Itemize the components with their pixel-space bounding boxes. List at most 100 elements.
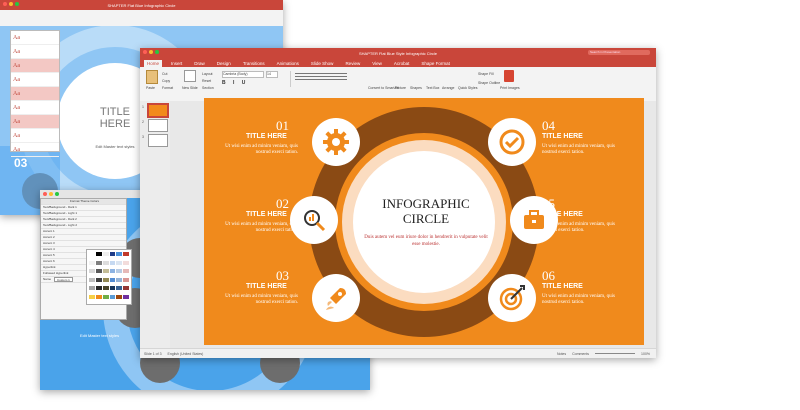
paste-label[interactable]: Paste	[146, 86, 155, 90]
center-title-line2: CIRCLE	[402, 211, 450, 226]
briefcase-icon	[510, 196, 558, 244]
name-label: Name	[43, 277, 52, 281]
item-body: Ut wisi enim ad minim veniam, quis nostr…	[225, 294, 298, 305]
zoom-icon[interactable]	[55, 192, 59, 196]
tab-design[interactable]: Design	[214, 60, 234, 67]
paragraph-group[interactable]	[290, 71, 351, 87]
font-select[interactable]: Cambria (Body)	[222, 71, 264, 78]
section-button[interactable]: Section	[202, 86, 214, 90]
arrange-button[interactable]: Arrange	[442, 86, 454, 90]
item-number: 02	[276, 196, 289, 211]
tab-animations[interactable]: Animations	[274, 60, 302, 67]
item-title: TITLE HERE	[246, 133, 287, 140]
item-body: Ut wisi enim ad minim veniam, quis nostr…	[225, 222, 298, 233]
reset-button[interactable]: Reset	[202, 79, 211, 83]
tab-transitions[interactable]: Transitions	[240, 60, 268, 67]
zoom-icon[interactable]	[155, 50, 159, 54]
item-title: TITLE HERE	[246, 211, 287, 218]
search-input[interactable]: Search in Presentation	[588, 50, 650, 55]
item-number: 06	[542, 268, 555, 283]
cut-button[interactable]: Cut	[162, 72, 167, 76]
format-button[interactable]: Format	[162, 86, 173, 90]
theme-colors-dialog: Format Theme Colors Text/Background - Da…	[40, 198, 132, 320]
item-title: TITLE HERE	[542, 133, 583, 140]
quick-styles-button[interactable]: Quick Styles	[458, 86, 477, 90]
copy-button[interactable]: Copy	[162, 79, 170, 83]
ribbon-toolbar: Paste Cut Copy Format New Slide Layout R…	[140, 67, 656, 102]
center-title-line1: INFOGRAPHIC	[382, 196, 470, 211]
layouts-panel: Aa Aa Aa Aa Aa Aa Aa Aa Aa	[10, 30, 60, 157]
layout-option[interactable]: Aa	[11, 129, 59, 143]
pdf-icon[interactable]	[504, 70, 514, 82]
layout-option[interactable]: Aa	[11, 59, 59, 73]
tab-slide-show[interactable]: Slide Show	[308, 60, 337, 67]
item-number: 01	[276, 118, 289, 133]
item-number: 04	[542, 118, 555, 133]
paste-icon[interactable]	[146, 70, 158, 84]
item-title: TITLE HERE	[246, 283, 287, 290]
minimize-icon[interactable]	[9, 2, 13, 6]
shape-fill-button[interactable]: Shape Fill	[478, 72, 494, 76]
layout-option[interactable]: Aa	[11, 143, 59, 157]
item-body: Ut wisi enim ad minim veniam, quis nostr…	[542, 144, 615, 155]
layout-option[interactable]: Aa	[11, 45, 59, 59]
close-icon[interactable]	[143, 50, 147, 54]
zoom-icon[interactable]	[15, 2, 19, 6]
tab-view[interactable]: View	[369, 60, 385, 67]
layout-option[interactable]: Aa	[11, 73, 59, 87]
notes-button[interactable]: Notes	[557, 352, 566, 356]
font-size-select[interactable]: 14	[266, 71, 278, 78]
tab-acrobat[interactable]: Acrobat	[391, 60, 413, 67]
new-slide-button[interactable]: New Slide	[182, 86, 198, 90]
tab-home[interactable]: Home	[144, 60, 163, 67]
window-title: SHAPTER Flat Blue Style Infographic Circ…	[358, 50, 438, 56]
zoom-slider[interactable]	[595, 353, 636, 354]
thumb-number: 1	[142, 105, 144, 109]
tab-draw[interactable]: Draw	[191, 60, 208, 67]
slide-title: TITLE HERE	[99, 106, 131, 130]
tab-insert[interactable]: Insert	[168, 60, 185, 67]
comments-button[interactable]: Comments	[572, 352, 589, 356]
back-window-top-titlebar: SHAPTER Flat Blue Infographic Circle	[0, 0, 283, 10]
item-title: TITLE HERE	[542, 283, 583, 290]
slide-thumbnail[interactable]	[148, 119, 168, 132]
close-icon[interactable]	[3, 2, 7, 6]
number-label: 03	[14, 156, 28, 170]
slide-thumbnail[interactable]	[147, 103, 169, 118]
search-analysis-icon	[290, 196, 338, 244]
gear-icon	[312, 118, 360, 166]
picture-button[interactable]: Picture	[395, 86, 406, 90]
language-status[interactable]: English (United States)	[168, 352, 204, 356]
print-images-button[interactable]: Print Images	[500, 86, 520, 90]
close-icon[interactable]	[43, 192, 47, 196]
layout-option[interactable]: Aa	[11, 31, 59, 45]
shapes-button[interactable]: Shapes	[410, 86, 422, 90]
layout-option[interactable]: Aa	[11, 115, 59, 129]
text-box-button[interactable]: Text Box	[426, 86, 439, 90]
shape-outline-button[interactable]: Shape Outline	[478, 81, 500, 85]
zoom-level: 100%	[641, 351, 650, 356]
checkmark-icon	[488, 118, 536, 166]
slide-thumbnail[interactable]	[148, 134, 168, 147]
layout-button[interactable]: Layout	[202, 72, 213, 76]
minimize-icon[interactable]	[149, 50, 153, 54]
thumb-number: 3	[142, 135, 144, 139]
slide-subtitle: Edit Master text styles	[80, 333, 120, 338]
ribbon-tabs: Home Insert Draw Design Transitions Anim…	[140, 58, 656, 67]
name-field[interactable]: Custom 1	[54, 277, 73, 282]
powerpoint-window: SHAPTER Flat Blue Style Infographic Circ…	[140, 48, 656, 358]
layout-option[interactable]: Aa	[11, 101, 59, 115]
tab-shape-format[interactable]: Shape Format	[418, 60, 453, 67]
font-format-buttons[interactable]: B I U	[222, 80, 248, 86]
color-palette[interactable]	[86, 249, 132, 305]
new-slide-icon[interactable]	[184, 70, 196, 82]
item-body: Ut wisi enim ad minim veniam, quis nostr…	[542, 294, 615, 305]
minimize-icon[interactable]	[49, 192, 53, 196]
ribbon	[0, 10, 283, 27]
target-icon	[488, 274, 536, 322]
layout-option[interactable]: Aa	[11, 87, 59, 101]
window-title: SHAPTER Flat Blue Infographic Circle	[107, 2, 176, 8]
slide[interactable]: 01 TITLE HERE Ut wisi enim ad minim veni…	[204, 98, 644, 345]
tab-review[interactable]: Review	[342, 60, 363, 67]
center-text: INFOGRAPHIC CIRCLE Duis autem vel eum ir…	[364, 196, 488, 248]
